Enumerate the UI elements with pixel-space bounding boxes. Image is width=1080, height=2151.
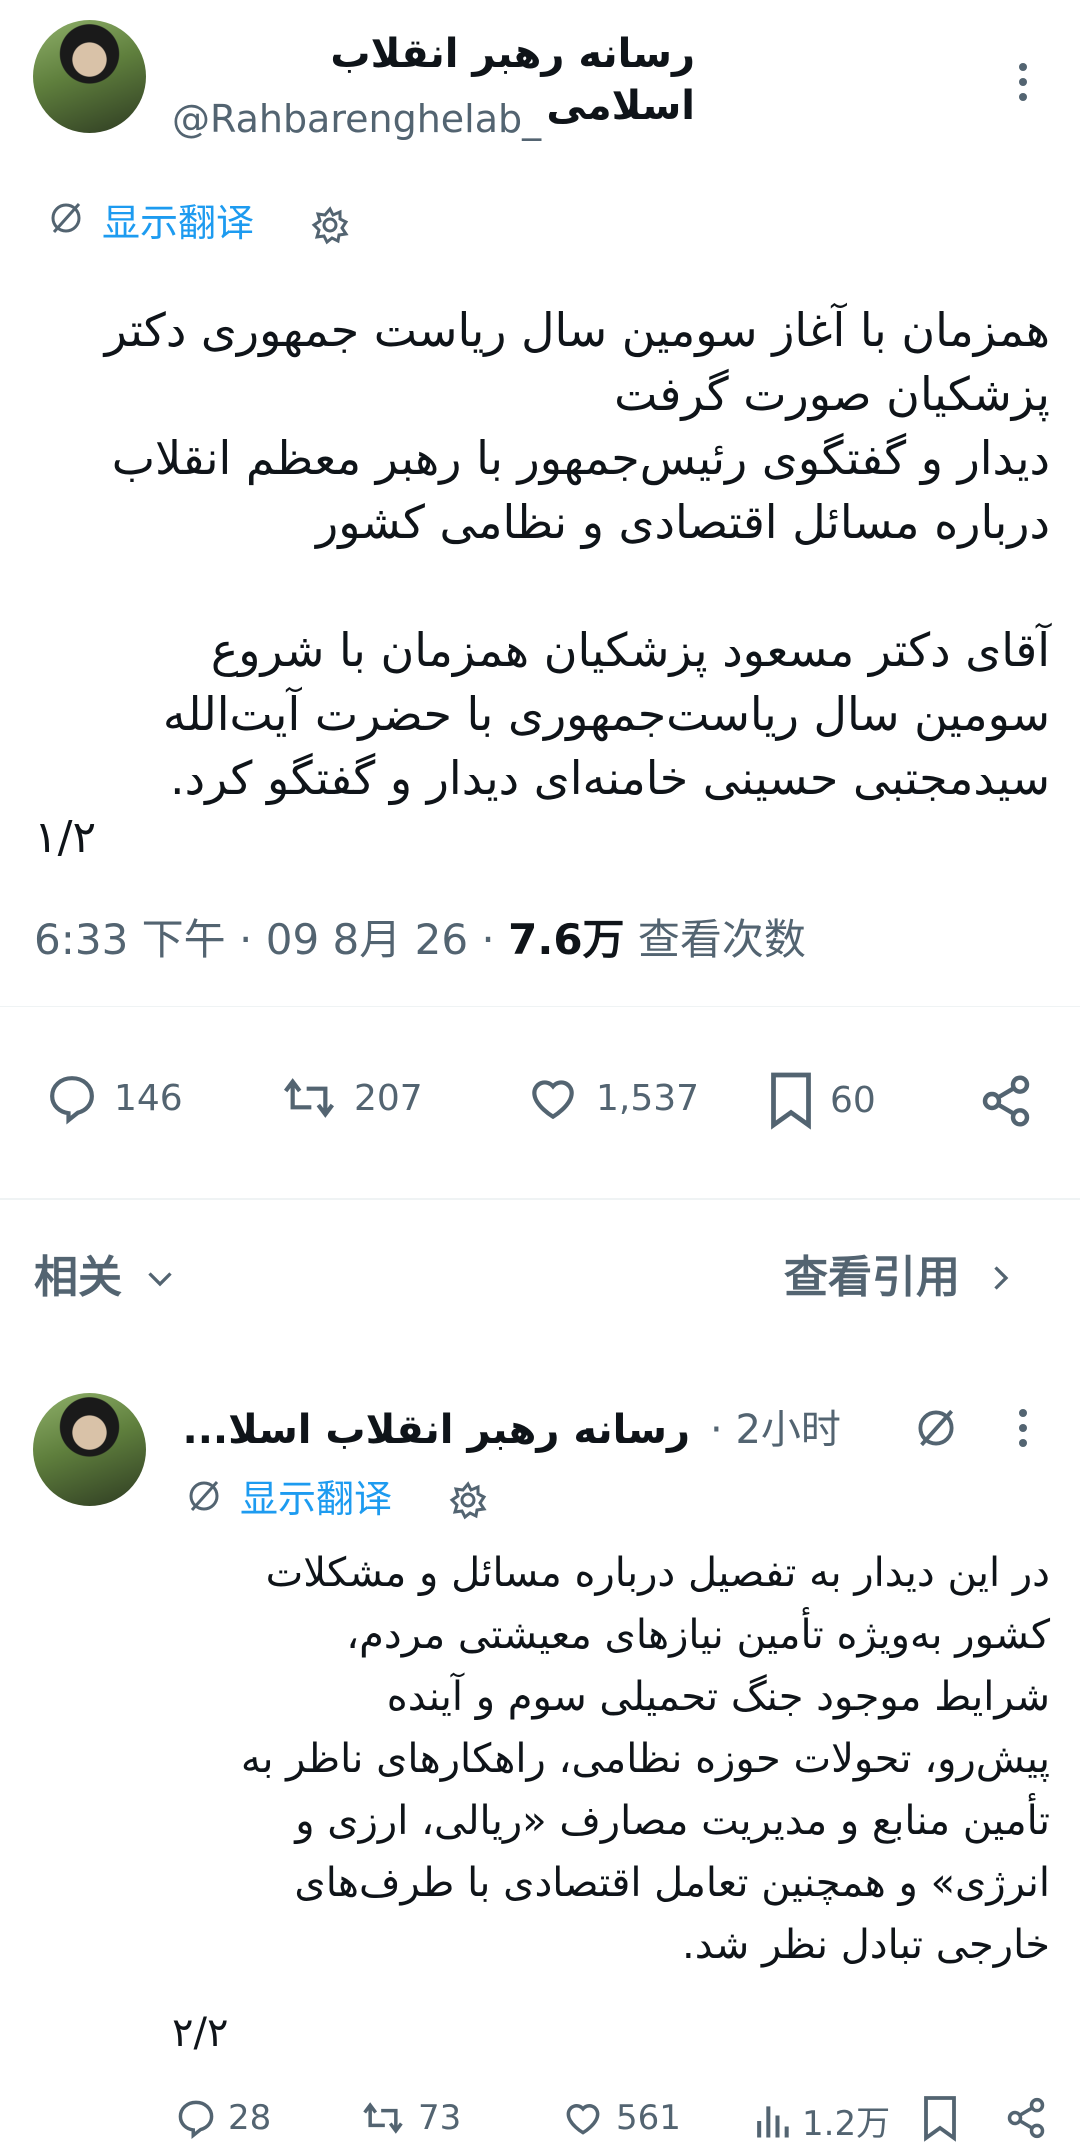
grok-icon[interactable]	[912, 1404, 960, 1452]
like-count: 561	[616, 2098, 681, 2138]
related-toggle[interactable]: 相关	[34, 1250, 178, 1306]
heart-icon	[560, 2096, 606, 2140]
reply-thread-index: ۲/۲	[172, 2010, 229, 2056]
bookmark-button[interactable]: 60	[766, 1070, 876, 1130]
post-meta: 6:33 下午 · 09 8月 26 · 7.6万 查看次数	[34, 915, 806, 964]
repost-icon	[358, 2096, 408, 2140]
reply-count: 28	[228, 2098, 272, 2138]
heart-icon	[524, 1070, 582, 1126]
view-count: 7.6万	[508, 915, 625, 964]
reply-avatar[interactable]	[33, 1393, 146, 1506]
body-line: خارجی تبادل نظر شد.	[682, 1922, 1050, 1968]
reply-count: 146	[114, 1077, 183, 1119]
body-line: دیدار و گفتگوی رئیس‌جمهور با رهبر معظم ا…	[111, 431, 1050, 485]
reply-views-button[interactable]: 1.2万	[752, 2096, 890, 2145]
reply-body: در این دیدار به تفصیل درباره مسائل و مشک…	[170, 1542, 1050, 1976]
body-line: پزشکیان صورت گرفت	[614, 367, 1050, 421]
body-line: شرایط موجود جنگ تحمیلی سوم و آینده	[386, 1674, 1050, 1720]
body-line: انرژی» و همچنین تعامل اقتصادی با طرف‌های	[294, 1860, 1050, 1906]
reply-icon	[174, 2096, 218, 2140]
post-time[interactable]: 6:33 下午	[34, 915, 226, 964]
handle[interactable]: @Rahbarenghelab_	[172, 96, 541, 142]
like-count: 1,537	[596, 1077, 700, 1119]
reply-translate-icon	[184, 1476, 224, 1516]
reply-settings-gear-icon[interactable]	[448, 1480, 488, 1520]
share-icon[interactable]	[978, 1073, 1034, 1129]
body-line: سومین سال ریاست‌جمهوری با حضرت آیت‌الله	[162, 687, 1050, 741]
body-line: کشور به‌ویژه تأمین نیازهای معیشتی مردم،	[346, 1612, 1050, 1658]
body-line: در این دیدار به تفصیل درباره مسائل و مشک…	[265, 1550, 1050, 1596]
reply-repost-button[interactable]: 73	[358, 2096, 461, 2140]
reply-share-icon[interactable]	[1004, 2096, 1048, 2140]
body-line: تأمین منابع و مدیریت مصارف «ریالی، ارزی …	[295, 1798, 1050, 1844]
repost-button[interactable]: 207	[278, 1070, 423, 1126]
view-quotes-link[interactable]: 查看引用	[784, 1250, 1016, 1306]
body-line: پیش‌رو، تحولات حوزه نظامی، راهکارهای ناظ…	[240, 1736, 1050, 1782]
body-line: همزمان با آغاز سومین سال ریاست جمهوری دک…	[104, 303, 1050, 357]
avatar[interactable]	[33, 20, 146, 133]
chevron-right-icon	[984, 1260, 1016, 1296]
body-line: سیدمجتبی حسینی خامنه‌ای دیدار و گفتگو کر…	[170, 751, 1050, 805]
reply-icon	[44, 1070, 100, 1126]
more-options-icon[interactable]	[1012, 60, 1034, 104]
repost-icon	[278, 1070, 340, 1126]
repost-count: 73	[418, 2098, 462, 2138]
divider	[0, 1006, 1080, 1007]
settings-gear-icon[interactable]	[310, 205, 350, 245]
reply-header: رسانه رهبر انقلاب اسلا... · 2小时	[180, 1400, 980, 1460]
bookmark-icon	[766, 1070, 816, 1130]
views-label: 查看次数	[637, 915, 806, 964]
reply-show-translation-link[interactable]: 显示翻译	[240, 1476, 392, 1522]
analytics-icon	[752, 2099, 792, 2143]
post-date[interactable]: 09 8月 26	[266, 915, 468, 964]
translate-icon	[46, 198, 86, 238]
body-line: آقای دکتر مسعود پزشکیان همزمان با شروع	[210, 623, 1050, 677]
reply-like-button[interactable]: 561	[560, 2096, 681, 2140]
view-quotes-label: 查看引用	[784, 1252, 960, 1303]
repost-count: 207	[354, 1077, 423, 1119]
thread-index: ۱/۲	[34, 812, 97, 863]
like-button[interactable]: 1,537	[524, 1070, 699, 1126]
post-body: همزمان با آغاز سومین سال ریاست جمهوری دک…	[30, 298, 1050, 810]
reply-reply-button[interactable]: 28	[174, 2096, 271, 2140]
show-translation-link[interactable]: 显示翻译	[102, 200, 254, 246]
bookmark-count: 60	[830, 1079, 876, 1121]
section-separator	[0, 1198, 1080, 1200]
views-count: 1.2万	[802, 2104, 891, 2144]
body-line: درباره مسائل اقتصادی و نظامی کشور	[316, 495, 1050, 549]
reply-button[interactable]: 146	[44, 1070, 183, 1126]
chevron-down-icon	[142, 1260, 178, 1296]
reply-time[interactable]: · 2小时	[710, 1404, 841, 1456]
reply-more-options-icon[interactable]	[1012, 1406, 1034, 1450]
related-label: 相关	[34, 1252, 122, 1303]
reply-bookmark-icon[interactable]	[920, 2094, 960, 2142]
reply-display-name[interactable]: رسانه رهبر انقلاب اسلا...	[180, 1404, 691, 1456]
